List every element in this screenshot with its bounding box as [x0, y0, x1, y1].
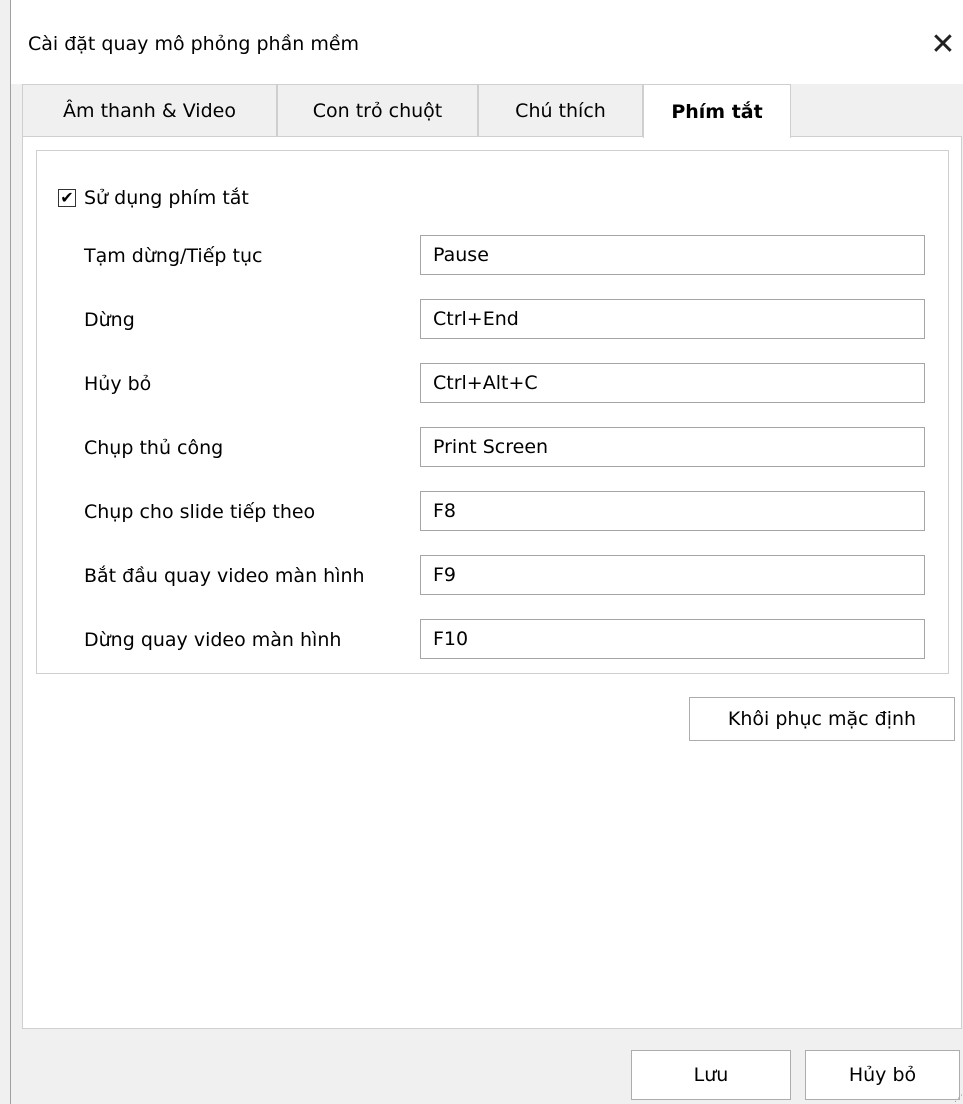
shortcut-field-start-video[interactable]: F9 — [420, 555, 925, 595]
shortcut-label-pause: Tạm dừng/Tiếp tục — [84, 245, 263, 267]
enable-shortcuts-checkbox[interactable]: ✔ Sử dụng phím tắt — [58, 187, 249, 209]
close-icon[interactable]: ✕ — [922, 12, 963, 76]
settings-dialog: Cài đặt quay mô phỏng phần mềm ✕ Âm than… — [10, 0, 963, 1104]
tab-label: Âm thanh & Video — [63, 99, 236, 122]
shortcut-field-next-slide[interactable]: F8 — [420, 491, 925, 531]
tab-shortcuts[interactable]: Phím tắt — [643, 84, 791, 138]
dialog-title: Cài đặt quay mô phỏng phần mềm — [28, 33, 360, 55]
shortcut-field-stop-video[interactable]: F10 — [420, 619, 925, 659]
tab-strip: Âm thanh & Video Con trỏ chuột Chú thích… — [22, 84, 962, 138]
checkbox-check-icon[interactable]: ✔ — [58, 189, 76, 207]
shortcuts-group: ✔ Sử dụng phím tắt Tạm dừng/Tiếp tục Pau… — [36, 150, 949, 674]
shortcut-field-manual-capture[interactable]: Print Screen — [420, 427, 925, 467]
tab-label: Phím tắt — [671, 100, 763, 123]
shortcuts-panel: ✔ Sử dụng phím tắt Tạm dừng/Tiếp tục Pau… — [22, 137, 962, 1029]
restore-defaults-button[interactable]: Khôi phục mặc định — [689, 697, 955, 741]
shortcut-label-cancel: Hủy bỏ — [84, 373, 152, 395]
title-bar: Cài đặt quay mô phỏng phần mềm ✕ — [11, 0, 963, 84]
shortcut-label-manual-capture: Chụp thủ công — [84, 437, 224, 459]
shortcut-label-next-slide: Chụp cho slide tiếp theo — [84, 501, 316, 523]
cancel-button[interactable]: Hủy bỏ — [805, 1050, 960, 1100]
shortcut-label-stop: Dừng — [84, 309, 135, 331]
shortcut-field-stop[interactable]: Ctrl+End — [420, 299, 925, 339]
resize-grip-icon[interactable]: ⋰ — [954, 1094, 963, 1104]
shortcut-field-cancel[interactable]: Ctrl+Alt+C — [420, 363, 925, 403]
tab-annotations[interactable]: Chú thích — [478, 84, 643, 136]
tab-label: Chú thích — [515, 99, 606, 122]
shortcut-label-stop-video: Dừng quay video màn hình — [84, 629, 342, 651]
shortcut-label-start-video: Bắt đầu quay video màn hình — [84, 565, 365, 587]
shortcut-field-pause[interactable]: Pause — [420, 235, 925, 275]
save-button[interactable]: Lưu — [631, 1050, 791, 1100]
tab-label: Con trỏ chuột — [312, 99, 443, 122]
tab-audio-video[interactable]: Âm thanh & Video — [22, 84, 277, 136]
enable-shortcuts-label: Sử dụng phím tắt — [84, 187, 249, 209]
tab-mouse-pointer[interactable]: Con trỏ chuột — [277, 84, 478, 136]
